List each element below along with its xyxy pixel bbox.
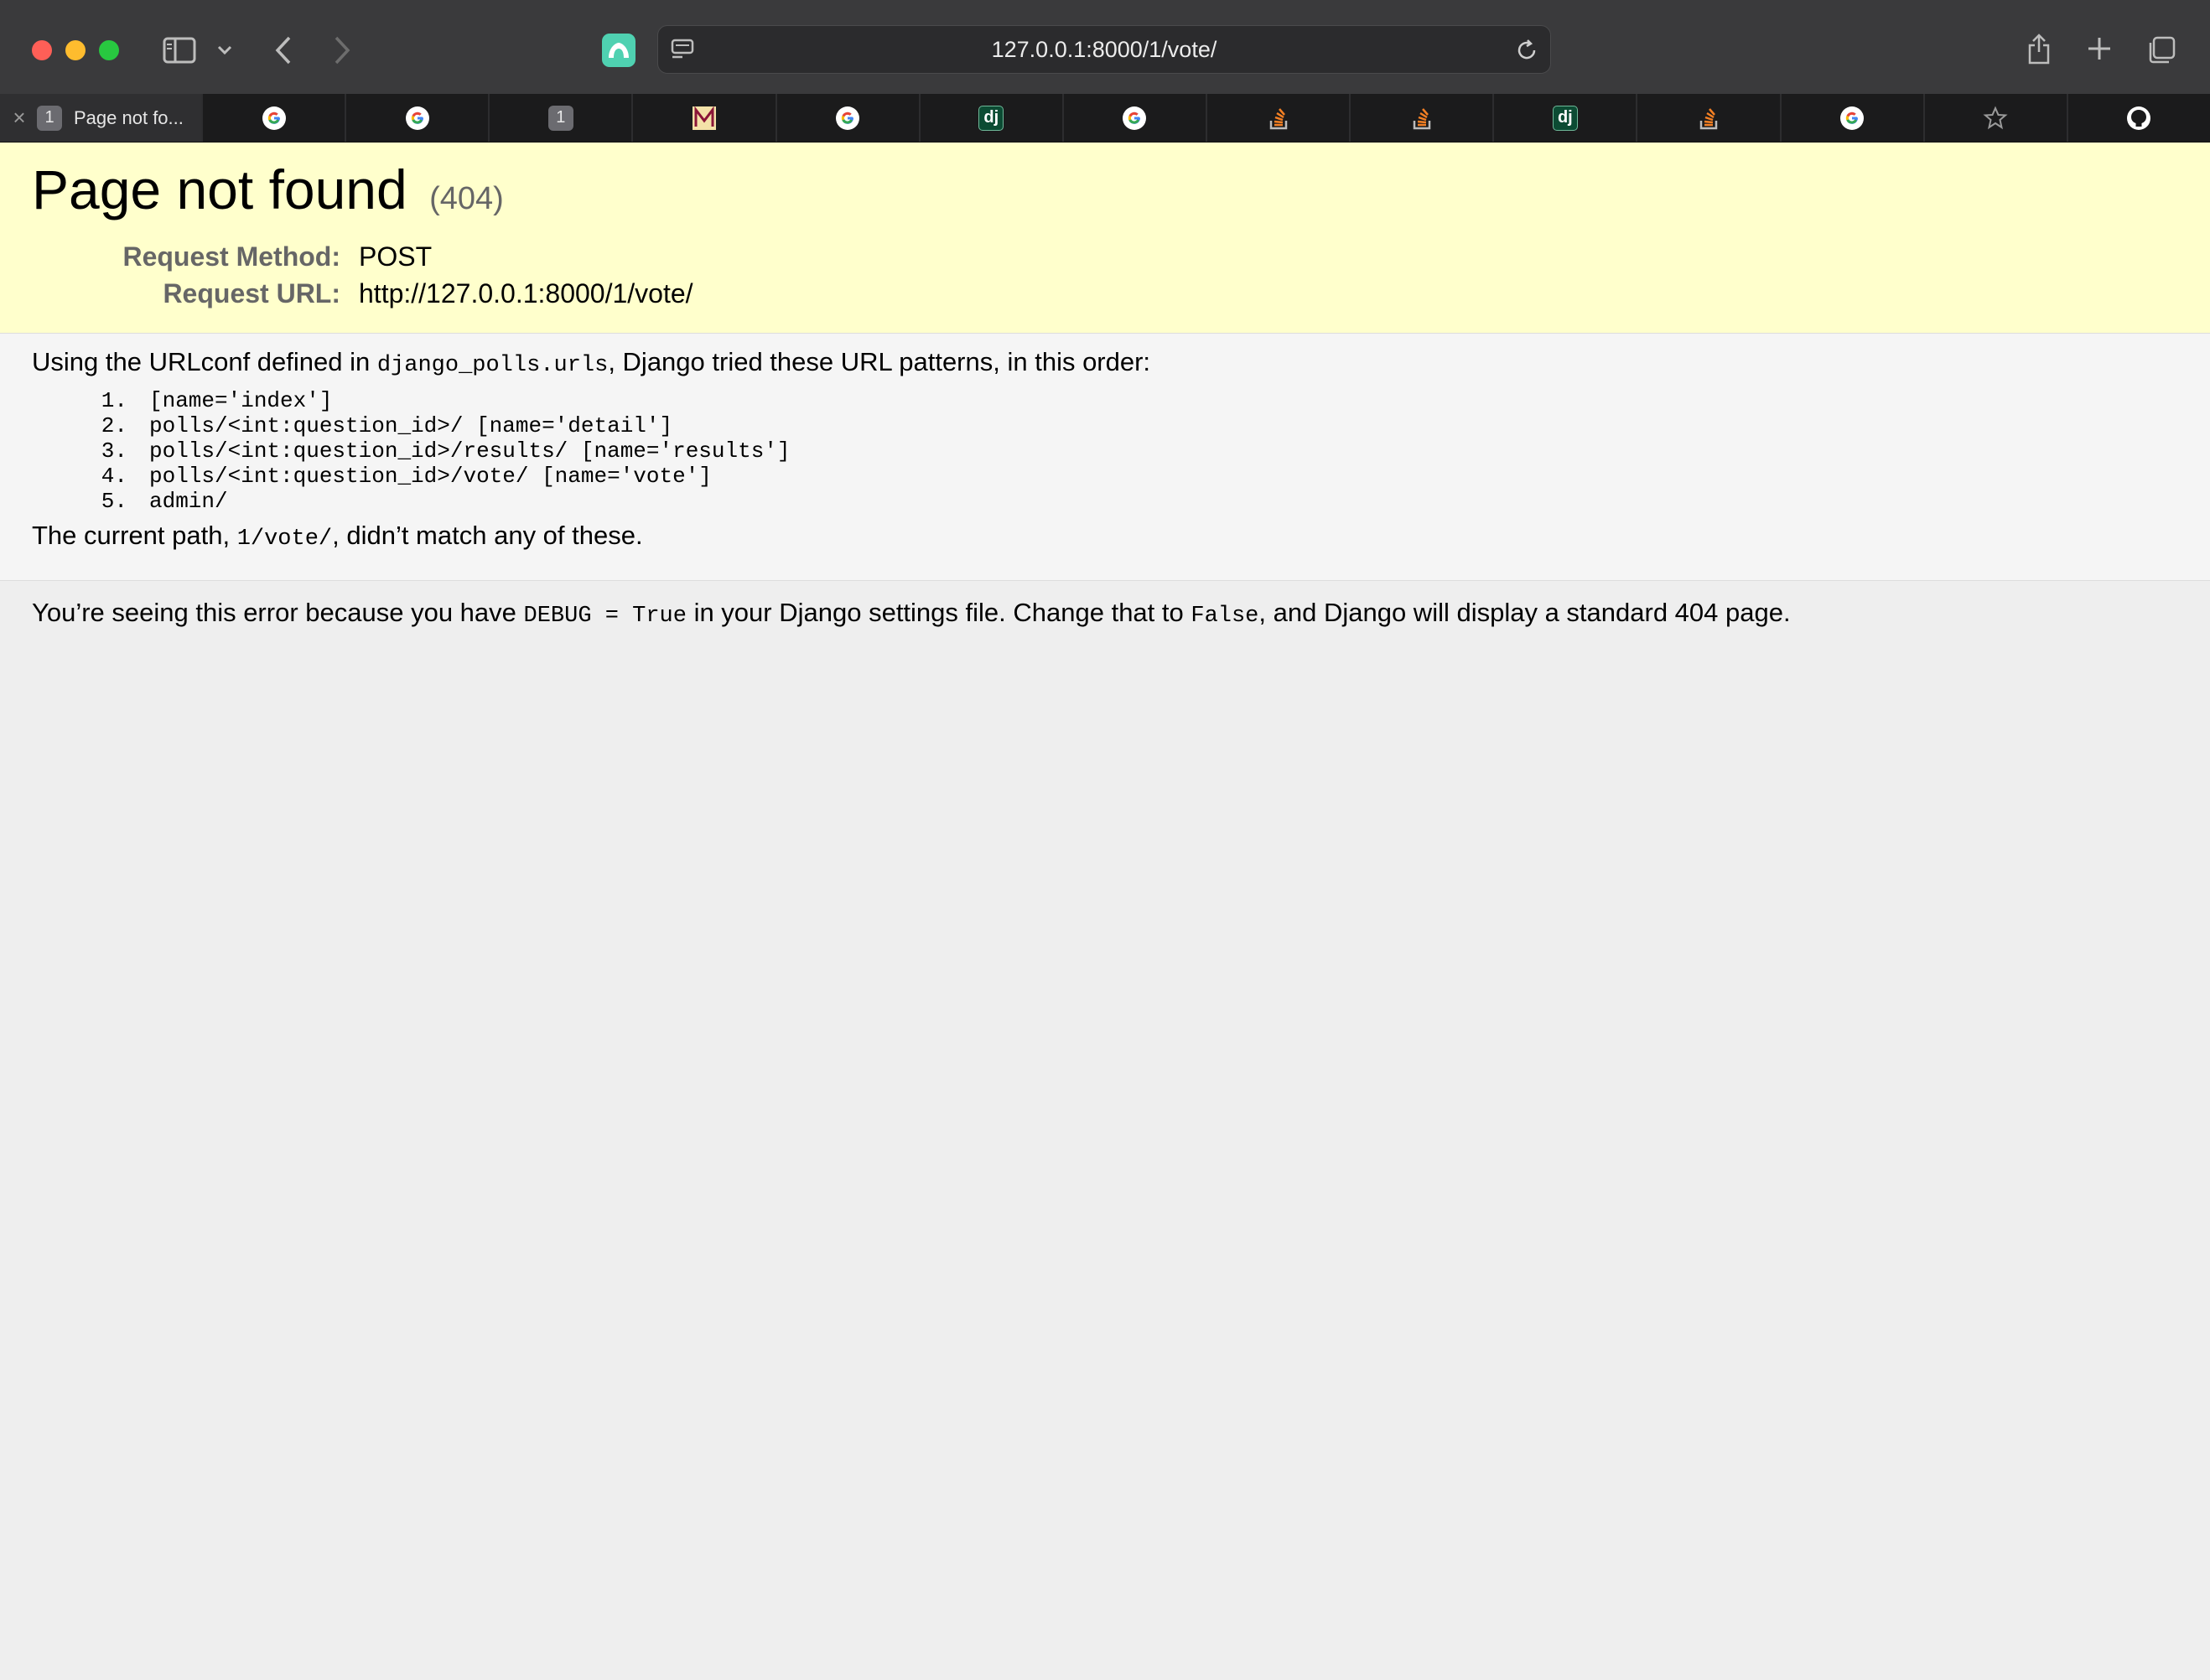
tab-django[interactable]: dj — [918, 94, 1062, 142]
page-title: Page not found (404) — [32, 159, 2178, 220]
explanation-text: You’re seeing this error because you hav… — [32, 598, 2178, 629]
tab-google[interactable] — [201, 94, 345, 142]
address-bar[interactable]: 127.0.0.1:8000/1/vote/ — [657, 25, 1551, 74]
new-tab-icon[interactable] — [2081, 30, 2118, 67]
tab-bar: × 1 Page not fo... 1 dj dj — [0, 94, 2210, 143]
debug-setting: DEBUG = True — [523, 604, 687, 629]
tab-google[interactable] — [775, 94, 919, 142]
tab-stackoverflow[interactable] — [1349, 94, 1492, 142]
star-icon — [1983, 106, 2008, 131]
page-content: Page not found (404) Request Method: POS… — [0, 143, 2210, 1680]
stackoverflow-icon — [1266, 106, 1291, 131]
request-url-row: Request URL: http://127.0.0.1:8000/1/vot… — [32, 276, 2178, 313]
pattern-number: 2. — [101, 413, 127, 438]
error-summary: Page not found (404) Request Method: POS… — [0, 143, 2210, 334]
django-icon: dj — [1552, 105, 1578, 131]
url-patterns-info: Using the URLconf defined in django_poll… — [0, 334, 2210, 581]
request-meta: Request Method: POST Request URL: http:/… — [32, 239, 2178, 313]
tab-stackoverflow[interactable] — [1636, 94, 1779, 142]
current-path-before: The current path, — [32, 521, 237, 550]
pattern-number: 5. — [101, 489, 127, 514]
github-icon — [2126, 106, 2151, 131]
sidebar-toggle-icon[interactable] — [159, 34, 200, 67]
current-path-after: , didn’t match any of these. — [332, 521, 643, 550]
tab-badge: 1 — [37, 105, 62, 131]
tab-m-logo[interactable] — [631, 94, 775, 142]
google-icon — [1122, 106, 1147, 131]
request-method-value: POST — [359, 241, 433, 272]
stackoverflow-icon — [1409, 106, 1434, 131]
tab-title: Page not fo... — [74, 106, 184, 128]
tab-google[interactable] — [1061, 94, 1206, 142]
current-path: 1/vote/ — [236, 526, 333, 552]
back-arrow-icon[interactable] — [267, 32, 300, 69]
urlconf-intro-after: , Django tried these URL patterns, in th… — [608, 347, 1151, 376]
pattern-number: 1. — [101, 388, 127, 413]
request-url-label: Request URL: — [163, 278, 340, 309]
close-window-button[interactable] — [32, 40, 52, 60]
debug-explanation: You’re seeing this error because you hav… — [0, 581, 2210, 646]
pattern-text: [name='index'] — [149, 388, 333, 413]
tab-stackoverflow[interactable] — [1205, 94, 1349, 142]
pattern-number: 4. — [101, 464, 127, 489]
tab-google[interactable] — [345, 94, 488, 142]
pattern-text: admin/ — [149, 489, 228, 514]
tab-google[interactable] — [1779, 94, 1923, 142]
request-method-label: Request Method: — [122, 241, 340, 272]
request-method-row: Request Method: POST — [32, 239, 2178, 276]
django-icon: dj — [978, 105, 1004, 131]
google-icon — [835, 106, 860, 131]
explanation-before: You’re seeing this error because you hav… — [32, 598, 524, 627]
urlconf-intro-before: Using the URLconf defined in — [32, 347, 377, 376]
tab-active[interactable]: × 1 Page not fo... — [0, 94, 201, 142]
chevron-down-icon[interactable] — [213, 37, 236, 64]
list-item: 4. polls/<int:question_id>/vote/ [name='v… — [32, 464, 2178, 489]
stackoverflow-icon — [1696, 106, 1721, 131]
close-tab-icon[interactable]: × — [10, 105, 29, 131]
forward-arrow-icon[interactable] — [325, 32, 359, 69]
list-item: 5. admin/ — [32, 489, 2178, 514]
pattern-text: polls/<int:question_id>/results/ [name='… — [149, 438, 791, 464]
urlconf-intro: Using the URLconf defined in django_poll… — [32, 347, 2178, 378]
list-item: 2. polls/<int:question_id>/ [name='detail… — [32, 413, 2178, 438]
google-icon — [1839, 106, 1865, 131]
explanation-middle: in your Django settings file. Change tha… — [686, 598, 1191, 627]
address-url[interactable]: 127.0.0.1:8000/1/vote/ — [658, 26, 1550, 73]
pattern-number: 3. — [101, 438, 127, 464]
page-title-text: Page not found — [32, 158, 407, 220]
pattern-text: polls/<int:question_id>/vote/ [name='vot… — [149, 464, 712, 489]
status-code: (404) — [429, 181, 504, 216]
explanation-after: , and Django will display a standard 404… — [1258, 598, 1791, 627]
tab-favorites[interactable] — [1922, 94, 2067, 142]
false-value: False — [1191, 604, 1259, 629]
list-item: 1. [name='index'] — [32, 388, 2178, 413]
tab-django[interactable]: dj — [1492, 94, 1636, 142]
google-icon — [405, 106, 430, 131]
tab-github[interactable] — [2066, 94, 2210, 142]
url-pattern-list: 1. [name='index'] 2. polls/<int:question_i… — [32, 388, 2178, 514]
zoom-window-button[interactable] — [99, 40, 119, 60]
google-icon — [262, 106, 287, 131]
reload-icon[interactable] — [1513, 37, 1540, 64]
minimize-window-button[interactable] — [65, 40, 86, 60]
share-icon[interactable] — [2022, 29, 2056, 69]
pattern-text: polls/<int:question_id>/ [name='detail'] — [149, 413, 673, 438]
request-url-value: http://127.0.0.1:8000/1/vote/ — [359, 278, 693, 309]
tab-numbered[interactable]: 1 — [488, 94, 631, 142]
extension-icon[interactable] — [602, 34, 636, 67]
browser-toolbar: 127.0.0.1:8000/1/vote/ — [0, 0, 2210, 94]
m-logo-icon — [692, 106, 717, 131]
list-item: 3. polls/<int:question_id>/results/ [name… — [32, 438, 2178, 464]
tab-overview-icon[interactable] — [2143, 32, 2180, 69]
urlconf-module: django_polls.urls — [376, 353, 609, 378]
number-badge-icon: 1 — [547, 105, 573, 131]
current-path-note: The current path, 1/vote/, didn’t match … — [32, 521, 2178, 552]
